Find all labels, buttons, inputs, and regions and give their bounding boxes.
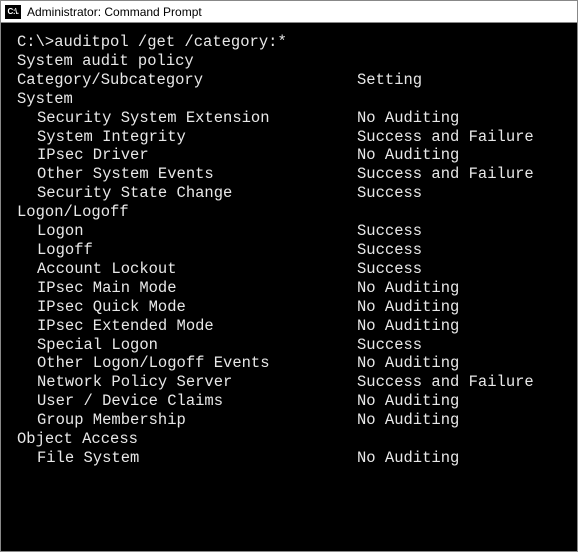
output-left: File System <box>17 449 357 468</box>
output-line: Account LockoutSuccess <box>17 260 561 279</box>
output-left: System <box>17 90 357 109</box>
output-line: LogonSuccess <box>17 222 561 241</box>
output-left: Object Access <box>17 430 357 449</box>
output-left: User / Device Claims <box>17 392 357 411</box>
output-right: Success and Failure <box>357 373 561 392</box>
output-right: No Auditing <box>357 146 561 165</box>
output-left: Account Lockout <box>17 260 357 279</box>
output-right: Success <box>357 241 561 260</box>
output-line: IPsec DriverNo Auditing <box>17 146 561 165</box>
output-right: No Auditing <box>357 354 561 373</box>
output-left: Other System Events <box>17 165 357 184</box>
output-left: Category/Subcategory <box>17 71 357 90</box>
output-right: Success <box>357 184 561 203</box>
output-left: IPsec Driver <box>17 146 357 165</box>
terminal-output[interactable]: C:\>auditpol /get /category:*System audi… <box>1 23 577 551</box>
output-line: File SystemNo Auditing <box>17 449 561 468</box>
output-right: No Auditing <box>357 317 561 336</box>
output-line: Group MembershipNo Auditing <box>17 411 561 430</box>
output-right: Success <box>357 260 561 279</box>
output-left: Other Logon/Logoff Events <box>17 354 357 373</box>
output-left: Logon <box>17 222 357 241</box>
output-left: Network Policy Server <box>17 373 357 392</box>
output-left: System audit policy <box>17 52 357 71</box>
output-line: User / Device ClaimsNo Auditing <box>17 392 561 411</box>
output-right: Success and Failure <box>357 128 561 147</box>
output-left: System Integrity <box>17 128 357 147</box>
output-line: Category/SubcategorySetting <box>17 71 561 90</box>
output-right: No Auditing <box>357 298 561 317</box>
output-right: No Auditing <box>357 279 561 298</box>
output-right: Setting <box>357 71 561 90</box>
output-left: IPsec Main Mode <box>17 279 357 298</box>
output-left: IPsec Quick Mode <box>17 298 357 317</box>
output-left: Security System Extension <box>17 109 357 128</box>
titlebar[interactable]: C:\. Administrator: Command Prompt <box>1 1 577 23</box>
output-left: Security State Change <box>17 184 357 203</box>
output-left: Special Logon <box>17 336 357 355</box>
output-right: No Auditing <box>357 411 561 430</box>
output-line: IPsec Main ModeNo Auditing <box>17 279 561 298</box>
output-line: IPsec Extended ModeNo Auditing <box>17 317 561 336</box>
cmd-icon: C:\. <box>5 5 21 19</box>
output-right: No Auditing <box>357 392 561 411</box>
output-line: Special LogonSuccess <box>17 336 561 355</box>
output-line: Other System EventsSuccess and Failure <box>17 165 561 184</box>
output-line: Security State ChangeSuccess <box>17 184 561 203</box>
output-line: System audit policy <box>17 52 561 71</box>
output-left: Logon/Logoff <box>17 203 357 222</box>
output-line: Security System ExtensionNo Auditing <box>17 109 561 128</box>
output-right: Success <box>357 336 561 355</box>
window-title: Administrator: Command Prompt <box>27 5 202 19</box>
output-line: Network Policy ServerSuccess and Failure <box>17 373 561 392</box>
output-line: LogoffSuccess <box>17 241 561 260</box>
output-left: C:\>auditpol /get /category:* <box>17 33 357 52</box>
output-line: C:\>auditpol /get /category:* <box>17 33 561 52</box>
output-left: IPsec Extended Mode <box>17 317 357 336</box>
output-line: System IntegritySuccess and Failure <box>17 128 561 147</box>
output-line: Logon/Logoff <box>17 203 561 222</box>
output-right: No Auditing <box>357 109 561 128</box>
command-prompt-window: C:\. Administrator: Command Prompt C:\>a… <box>0 0 578 552</box>
output-line: IPsec Quick ModeNo Auditing <box>17 298 561 317</box>
output-left: Group Membership <box>17 411 357 430</box>
output-line: Object Access <box>17 430 561 449</box>
output-right: Success and Failure <box>357 165 561 184</box>
output-right: No Auditing <box>357 449 561 468</box>
output-line: Other Logon/Logoff EventsNo Auditing <box>17 354 561 373</box>
output-line: System <box>17 90 561 109</box>
output-left: Logoff <box>17 241 357 260</box>
output-right: Success <box>357 222 561 241</box>
